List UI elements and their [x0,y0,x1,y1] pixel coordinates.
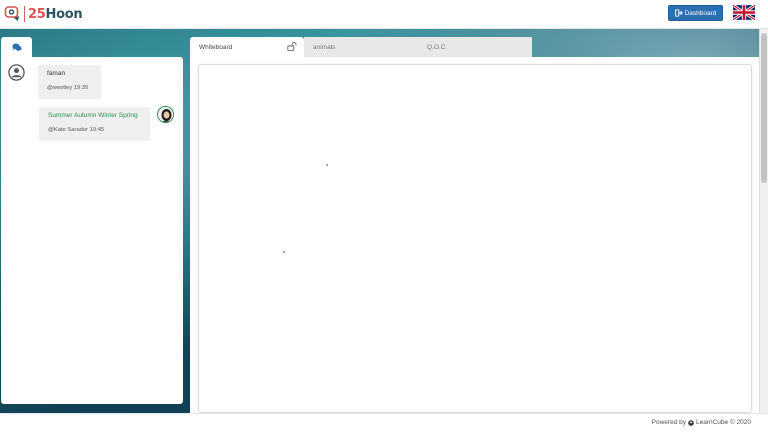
message-author-time: @Kate Sarador 19:45 [48,127,105,133]
chat-bubbles-icon [11,43,22,51]
chat-message: faman @westley 19:35 [38,65,101,99]
logo-word: Hoon [45,6,83,22]
page-scrollbar[interactable] [759,29,768,413]
message-text: Summer Autumn Winter Spring [48,112,138,119]
chat-message: Summer Autumn Winter Spring @Kate Sarado… [39,107,150,141]
tab-animals[interactable]: animals [304,37,418,57]
user-avatar [8,64,25,81]
logo-separator [24,6,25,22]
powered-prefix: Powered by [651,419,686,426]
tab-whiteboard[interactable]: Whiteboard [190,37,304,57]
tab-qoc[interactable]: Q.O.C. [418,37,532,57]
scrollbar-thumb[interactable] [761,33,767,183]
board-tabs: Whiteboard animals Q.O.C. [190,37,532,57]
canvas-mark [326,164,328,166]
profile-photo-icon [158,107,173,122]
tab-label: Q.O.C. [427,43,448,51]
learncube-icon [688,419,694,426]
user-icon [8,64,25,81]
app-logo[interactable]: 25Hoon [4,4,83,24]
tab-label: Whiteboard [199,43,233,51]
powered-by: Powered by LearnCube © 2020 [652,419,751,426]
dashboard-button-label: Dashboard [684,9,717,17]
sign-out-icon [674,9,683,17]
whiteboard-panel [190,57,759,413]
logo-mark-icon [4,6,19,21]
profile-photo-avatar [157,106,174,123]
uk-flag-icon[interactable] [733,5,755,20]
message-text: faman [47,70,66,77]
top-header: 25Hoon Dashboard [0,0,768,29]
powered-brand[interactable]: LearnCube © 2020 [696,419,751,426]
chat-panel: faman @westley 19:35 Summer Autumn Winte… [1,57,183,404]
unlock-icon[interactable] [287,42,297,51]
logo-text: 25Hoon [28,6,83,22]
footer: Powered by LearnCube © 2020 [0,413,768,432]
chat-tab[interactable] [1,37,32,57]
canvas-mark [283,251,285,253]
whiteboard-canvas[interactable] [198,64,752,413]
message-author-time: @westley 19:35 [47,85,89,91]
dashboard-button[interactable]: Dashboard [668,5,723,21]
tab-label: animals [313,43,336,51]
logo-number: 25 [28,6,46,22]
